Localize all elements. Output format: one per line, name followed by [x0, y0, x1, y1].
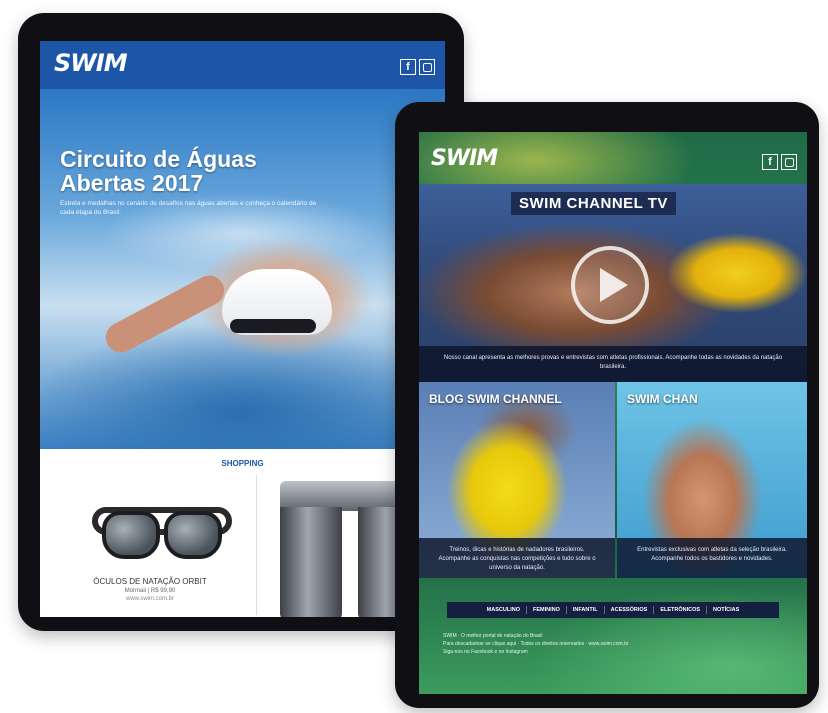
- back-hero-banner[interactable]: Circuito de Águas Abertas 2017 Estrela e…: [40, 89, 445, 449]
- channel-card-title: SWIM CHAN: [627, 392, 698, 406]
- footer-line: SWIM · O melhor portal de natação do Bra…: [443, 633, 543, 639]
- blog-card-description: Treinos, dicas e histórias de nadadores …: [419, 538, 615, 578]
- hero-description: Estrela e medalhas no cenário de desafio…: [60, 200, 317, 216]
- back-logo[interactable]: SWIM: [54, 49, 128, 77]
- product-name[interactable]: ÓCULOS DE NATAÇÃO ORBIT: [50, 577, 250, 586]
- facebook-icon[interactable]: f: [400, 59, 416, 75]
- shopping-title: SHOPPING: [221, 459, 264, 468]
- blog-section: BLOG SWIM CHANNEL Treinos, dicas e histó…: [419, 382, 807, 578]
- back-header: SWIM f: [40, 41, 445, 89]
- menu-item-eletronicos[interactable]: ELETRÔNICOS: [660, 607, 700, 613]
- front-logo[interactable]: SWIM: [431, 146, 498, 171]
- hero-swimmer-arm: [100, 270, 230, 358]
- tablet-front: SWIM f SWIM CHANNEL TV Nosso canal apres…: [395, 102, 819, 708]
- facebook-icon[interactable]: f: [762, 154, 778, 170]
- footer-line: Siga-nos no Facebook e no Instagram: [443, 649, 528, 655]
- video-title: SWIM CHANNEL TV: [511, 192, 676, 215]
- menu-item-masculino[interactable]: MASCULINO: [487, 607, 520, 613]
- menu-item-feminino[interactable]: FEMININO: [533, 607, 560, 613]
- channel-card[interactable]: SWIM CHAN Entrevistas exclusivas com atl…: [617, 382, 807, 578]
- menu-item-infantil[interactable]: INFANTIL: [573, 607, 598, 613]
- category-menu: MASCULINO FEMININO INFANTIL ACESSÓRIOS E…: [447, 602, 779, 618]
- video-description: Nosso canal apresenta as melhores provas…: [419, 346, 807, 382]
- product-price: Mormaii | R$ 99,90: [124, 588, 176, 594]
- channel-card-description: Entrevistas exclusivas com atletas da se…: [617, 538, 807, 578]
- play-icon[interactable]: [571, 246, 649, 324]
- shopping-divider: [256, 475, 257, 615]
- goggles-product-image[interactable]: [92, 489, 232, 569]
- footer-line[interactable]: Para descadastrar-se clique aqui · Todos…: [443, 640, 783, 648]
- menu-item-noticias[interactable]: NOTÍCIAS: [713, 607, 739, 613]
- blog-card[interactable]: BLOG SWIM CHANNEL Treinos, dicas e histó…: [419, 382, 615, 578]
- shopping-section: SHOPPING ÓCULOS DE NATAÇÃO ORBIT Mormaii…: [40, 449, 445, 617]
- front-screen: SWIM f SWIM CHANNEL TV Nosso canal apres…: [419, 132, 807, 694]
- front-social-links: f: [762, 154, 797, 170]
- instagram-icon[interactable]: [781, 154, 797, 170]
- menu-item-acessorios[interactable]: ACESSÓRIOS: [611, 607, 648, 613]
- instagram-icon[interactable]: [419, 59, 435, 75]
- back-social-links: f: [400, 59, 435, 75]
- hero-goggles: [230, 319, 316, 333]
- product-link[interactable]: www.swim.com.br: [50, 596, 250, 602]
- back-logo-text: SWIM: [54, 49, 128, 77]
- footer: SWIM · O melhor portal de natação do Bra…: [443, 632, 783, 656]
- blog-card-title: BLOG SWIM CHANNEL: [429, 392, 562, 406]
- swim-channel-video[interactable]: SWIM CHANNEL TV Nosso canal apresenta as…: [419, 184, 807, 382]
- hero-title: Circuito de Águas Abertas 2017: [60, 146, 257, 196]
- back-screen: SWIM f Circuito de Águas Abertas 2017 Es…: [40, 41, 445, 617]
